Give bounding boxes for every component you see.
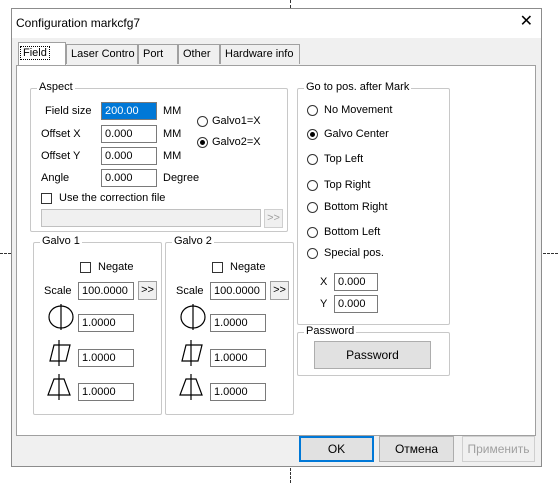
trapezoid-axis-icon [47,374,71,400]
field-size-label: Field size [45,105,92,117]
correction-browse-button[interactable]: >> [264,209,283,228]
galvo1-value1-input[interactable] [78,314,134,332]
offset-x-unit: MM [163,128,182,140]
offset-y-unit: MM [163,150,182,162]
goto-option-label: No Movement [324,104,393,116]
tab-other[interactable]: Other [178,44,220,64]
galvo1-group-title: Galvo 1 [40,235,82,247]
goto-top-left-radio[interactable] [307,154,318,165]
galvo2-scale-label: Scale [176,285,204,297]
title-bar: Configuration markcfg7 ✕ [12,9,541,38]
circle-axis-icon [48,304,74,330]
guide-mark-left [0,253,11,254]
angle-label: Angle [41,172,70,184]
goto-option-label: Bottom Left [324,226,381,238]
tab-field[interactable]: Field [18,42,66,65]
angle-input[interactable] [101,169,157,187]
offset-x-label: Offset X [41,128,81,140]
circle-axis-icon [180,304,206,330]
galvo1-x-label: Galvo1=X [212,115,261,127]
field-size-unit: MM [163,105,182,117]
galvo2-scale-button[interactable]: >> [270,281,289,300]
guide-mark-bottom [290,468,291,483]
galvo1-negate-checkbox[interactable] [80,262,91,273]
goto-x-input[interactable] [334,273,378,291]
password-group: Password Password [297,325,450,376]
guide-mark-top [290,0,291,8]
cancel-button[interactable]: Отмена [379,436,454,462]
galvo1-scale-label: Scale [44,285,72,297]
galvo1-value3-input[interactable] [78,383,134,401]
galvo2-group: Galvo 2 Negate Scale >> [165,235,294,415]
use-correction-checkbox[interactable] [41,193,52,204]
tab-hardware-info[interactable]: Hardware info [220,44,300,64]
goto-group-title: Go to pos. after Mark [304,81,412,93]
guide-mark-right [543,253,558,254]
offset-x-input[interactable] [101,125,157,143]
field-size-input[interactable] [101,102,157,120]
galvo2-x-radio[interactable] [197,137,208,148]
goto-y-label: Y [320,298,328,310]
parallelogram-axis-icon [181,340,203,366]
galvo2-negate-checkbox[interactable] [212,262,223,273]
goto-option-label: Special pos. [324,247,384,259]
galvo1-negate-label: Negate [98,261,134,273]
goto-no-movement-radio[interactable] [307,105,318,116]
close-icon[interactable]: ✕ [520,13,533,31]
tab-port[interactable]: Port [138,44,178,64]
goto-y-input[interactable] [334,295,378,313]
trapezoid-axis-icon [179,374,203,400]
goto-x-label: X [320,276,328,288]
galvo2-value2-input[interactable] [210,349,266,367]
tab-laser-control[interactable]: Laser Contro [66,44,138,64]
goto-galvo-center-radio[interactable] [307,129,318,140]
config-dialog: Configuration markcfg7 ✕ Field Laser Con… [11,8,542,467]
goto-option-label: Top Left [324,153,364,165]
correction-file-path [41,209,261,227]
galvo2-group-title: Galvo 2 [172,235,214,247]
password-group-title: Password [304,325,357,337]
goto-bottom-right-radio[interactable] [307,202,318,213]
goto-group: Go to pos. after Mark No Movement Galvo … [297,81,450,325]
ok-button[interactable]: OK [299,436,374,462]
goto-bottom-left-radio[interactable] [307,227,318,238]
angle-unit: Degree [163,172,200,184]
goto-option-label: Bottom Right [324,201,388,213]
window-title: Configuration markcfg7 [16,16,141,30]
galvo1-x-radio[interactable] [197,116,208,127]
galvo1-scale-button[interactable]: >> [138,281,157,300]
galvo1-value2-input[interactable] [78,349,134,367]
galvo1-scale-input[interactable] [78,282,134,300]
offset-y-input[interactable] [101,147,157,165]
field-tab-panel: Aspect Field size MM Offset X MM Offset … [16,65,536,436]
goto-top-right-radio[interactable] [307,180,318,191]
use-correction-label: Use the correction file [59,192,166,204]
galvo2-negate-label: Negate [230,261,266,273]
password-button[interactable]: Password [314,341,431,369]
goto-option-label: Top Right [324,179,371,191]
galvo2-value1-input[interactable] [210,314,266,332]
aspect-group-title: Aspect [37,81,75,93]
goto-option-label: Galvo Center [324,128,389,140]
parallelogram-axis-icon [49,340,71,366]
goto-special-pos-radio[interactable] [307,248,318,259]
galvo1-group: Galvo 1 Negate Scale >> [33,235,162,415]
galvo2-scale-input[interactable] [210,282,266,300]
galvo2-value3-input[interactable] [210,383,266,401]
galvo2-x-label: Galvo2=X [212,136,261,148]
aspect-group: Aspect Field size MM Offset X MM Offset … [30,81,288,232]
apply-button[interactable]: Применить [462,436,535,462]
offset-y-label: Offset Y [41,150,81,162]
